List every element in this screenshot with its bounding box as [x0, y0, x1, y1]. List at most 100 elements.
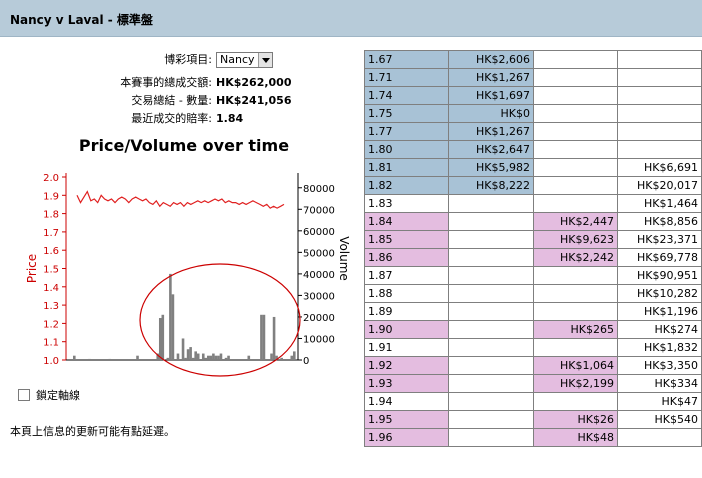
matched-amount-cell[interactable]: HK$69,778	[617, 248, 702, 267]
lay-amount-cell[interactable]: HK$2,242	[533, 248, 618, 267]
matched-amount-cell[interactable]	[617, 50, 702, 69]
odds-cell[interactable]: 1.93	[364, 374, 449, 393]
back-amount-cell[interactable]	[448, 284, 534, 303]
price-tick-label: 1.4	[43, 283, 59, 294]
odds-cell[interactable]: 1.71	[364, 68, 449, 87]
back-amount-cell[interactable]: HK$5,982	[448, 158, 534, 177]
matched-amount-cell[interactable]	[617, 140, 702, 159]
matched-amount-cell[interactable]: HK$47	[617, 392, 702, 411]
lay-amount-cell[interactable]	[533, 284, 618, 303]
matched-amount-cell[interactable]: HK$334	[617, 374, 702, 393]
summary-label: 交易總結 - 數量:	[131, 94, 212, 107]
table-row: 1.74 HK$1,697	[364, 86, 702, 105]
lay-amount-cell[interactable]: HK$2,447	[533, 212, 618, 231]
lock-axis-checkbox[interactable]	[18, 389, 30, 401]
back-amount-cell[interactable]	[448, 410, 534, 429]
odds-cell[interactable]: 1.75	[364, 104, 449, 123]
matched-amount-cell[interactable]: HK$8,856	[617, 212, 702, 231]
odds-cell[interactable]: 1.81	[364, 158, 449, 177]
matched-amount-cell[interactable]	[617, 428, 702, 447]
back-amount-cell[interactable]	[448, 320, 534, 339]
matched-amount-cell[interactable]: HK$90,951	[617, 266, 702, 285]
back-amount-cell[interactable]	[448, 194, 534, 213]
back-amount-cell[interactable]: HK$1,697	[448, 86, 534, 105]
matched-amount-cell[interactable]: HK$6,691	[617, 158, 702, 177]
lay-amount-cell[interactable]	[533, 50, 618, 69]
table-row: 1.81 HK$5,982 HK$6,691	[364, 158, 702, 177]
lay-amount-cell[interactable]	[533, 302, 618, 321]
lay-amount-cell[interactable]	[533, 86, 618, 105]
total-value: HK$262,000	[216, 76, 292, 89]
odds-cell[interactable]: 1.90	[364, 320, 449, 339]
selection-dropdown[interactable]: Nancy	[216, 52, 273, 68]
back-amount-cell[interactable]	[448, 212, 534, 231]
odds-cell[interactable]: 1.91	[364, 338, 449, 357]
odds-cell[interactable]: 1.89	[364, 302, 449, 321]
odds-cell[interactable]: 1.88	[364, 284, 449, 303]
back-amount-cell[interactable]: HK$1,267	[448, 68, 534, 87]
back-amount-cell[interactable]: HK$2,647	[448, 140, 534, 159]
matched-amount-cell[interactable]: HK$20,017	[617, 176, 702, 195]
chevron-down-icon[interactable]	[258, 53, 272, 67]
back-amount-cell[interactable]	[448, 248, 534, 267]
odds-cell[interactable]: 1.80	[364, 140, 449, 159]
back-amount-cell[interactable]	[448, 266, 534, 285]
matched-amount-cell[interactable]	[617, 122, 702, 141]
odds-cell[interactable]: 1.85	[364, 230, 449, 249]
matched-amount-cell[interactable]	[617, 68, 702, 87]
lay-amount-cell[interactable]	[533, 392, 618, 411]
back-amount-cell[interactable]	[448, 230, 534, 249]
table-row: 1.96 HK$48	[364, 428, 702, 447]
back-amount-cell[interactable]: HK$2,606	[448, 50, 534, 69]
volume-bar	[171, 294, 175, 360]
lay-amount-cell[interactable]: HK$2,199	[533, 374, 618, 393]
lay-amount-cell[interactable]	[533, 104, 618, 123]
odds-cell[interactable]: 1.95	[364, 410, 449, 429]
matched-amount-cell[interactable]	[617, 86, 702, 105]
lay-amount-cell[interactable]	[533, 158, 618, 177]
odds-cell[interactable]: 1.74	[364, 86, 449, 105]
lay-amount-cell[interactable]	[533, 194, 618, 213]
matched-amount-cell[interactable]	[617, 104, 702, 123]
lay-amount-cell[interactable]	[533, 266, 618, 285]
back-amount-cell[interactable]	[448, 302, 534, 321]
matched-amount-cell[interactable]: HK$1,196	[617, 302, 702, 321]
odds-cell[interactable]: 1.77	[364, 122, 449, 141]
lay-amount-cell[interactable]	[533, 122, 618, 141]
volume-bar	[293, 351, 296, 360]
matched-amount-cell[interactable]: HK$1,832	[617, 338, 702, 357]
odds-cell[interactable]: 1.67	[364, 50, 449, 69]
lay-amount-cell[interactable]: HK$265	[533, 320, 618, 339]
lay-amount-cell[interactable]	[533, 176, 618, 195]
back-amount-cell[interactable]: HK$0	[448, 104, 534, 123]
odds-cell[interactable]: 1.96	[364, 428, 449, 447]
odds-cell[interactable]: 1.82	[364, 176, 449, 195]
matched-amount-cell[interactable]: HK$3,350	[617, 356, 702, 375]
back-amount-cell[interactable]	[448, 392, 534, 411]
back-amount-cell[interactable]	[448, 338, 534, 357]
odds-cell[interactable]: 1.87	[364, 266, 449, 285]
lay-amount-cell[interactable]	[533, 140, 618, 159]
odds-cell[interactable]: 1.84	[364, 212, 449, 231]
odds-cell[interactable]: 1.92	[364, 356, 449, 375]
lay-amount-cell[interactable]: HK$48	[533, 428, 618, 447]
back-amount-cell[interactable]	[448, 356, 534, 375]
matched-amount-cell[interactable]: HK$10,282	[617, 284, 702, 303]
matched-amount-cell[interactable]: HK$274	[617, 320, 702, 339]
back-amount-cell[interactable]	[448, 428, 534, 447]
odds-cell[interactable]: 1.83	[364, 194, 449, 213]
lay-amount-cell[interactable]	[533, 338, 618, 357]
matched-amount-cell[interactable]: HK$1,464	[617, 194, 702, 213]
table-row: 1.93 HK$2,199 HK$334	[364, 374, 702, 393]
back-amount-cell[interactable]	[448, 374, 534, 393]
back-amount-cell[interactable]: HK$8,222	[448, 176, 534, 195]
matched-amount-cell[interactable]: HK$23,371	[617, 230, 702, 249]
lay-amount-cell[interactable]: HK$9,623	[533, 230, 618, 249]
odds-cell[interactable]: 1.94	[364, 392, 449, 411]
matched-amount-cell[interactable]: HK$540	[617, 410, 702, 429]
lay-amount-cell[interactable]: HK$1,064	[533, 356, 618, 375]
lay-amount-cell[interactable]	[533, 68, 618, 87]
lay-amount-cell[interactable]: HK$26	[533, 410, 618, 429]
back-amount-cell[interactable]: HK$1,267	[448, 122, 534, 141]
odds-cell[interactable]: 1.86	[364, 248, 449, 267]
